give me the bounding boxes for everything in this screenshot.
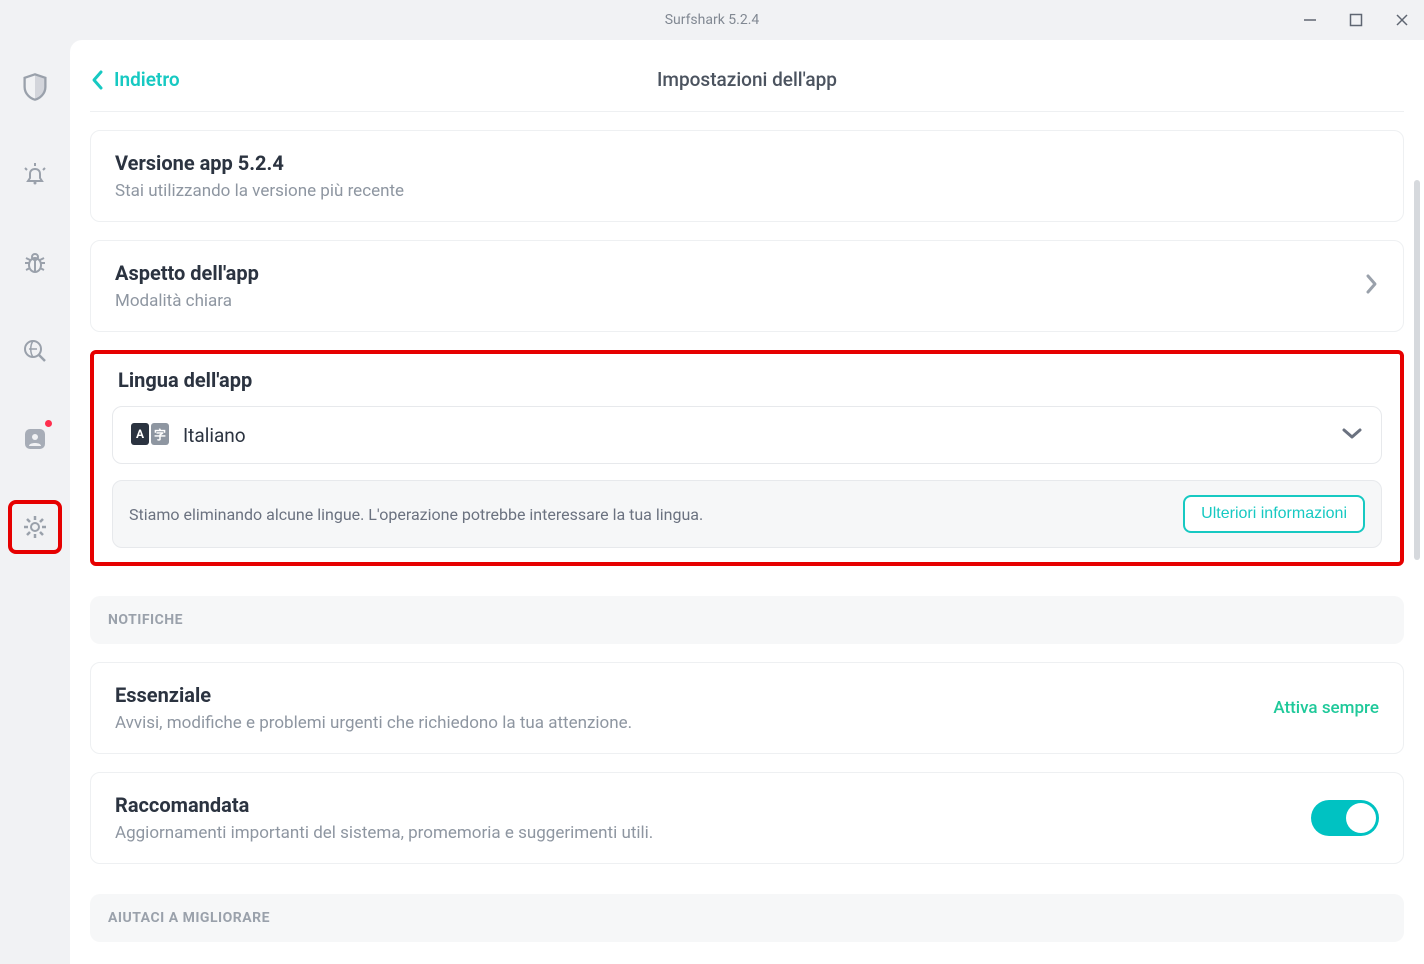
user-icon xyxy=(21,425,49,453)
scrollbar-thumb-icon xyxy=(1414,180,1420,560)
sidebar-item-vpn[interactable] xyxy=(8,60,62,114)
language-selected: Italiano xyxy=(183,424,246,447)
notification-recommended-card: Raccomandata Aggiornamenti importanti de… xyxy=(90,772,1404,864)
version-card: Versione app 5.2.4 Stai utilizzando la v… xyxy=(90,130,1404,222)
language-notice-text: Stiamo eliminando alcune lingue. L'opera… xyxy=(129,505,703,524)
scrollbar[interactable] xyxy=(1414,180,1420,740)
version-subtitle: Stai utilizzando la versione più recente xyxy=(115,181,1379,201)
notification-essential-card: Essenziale Avvisi, modifiche e problemi … xyxy=(90,662,1404,754)
recommended-title: Raccomandata xyxy=(115,793,653,817)
alert-icon xyxy=(20,160,50,190)
back-button[interactable]: Indietro xyxy=(90,68,180,91)
page-title: Impostazioni dell'app xyxy=(657,68,837,91)
search-globe-icon xyxy=(21,337,49,365)
titlebar: Surfshark 5.2.4 xyxy=(0,0,1424,40)
appearance-title: Aspetto dell'app xyxy=(115,261,259,285)
section-help-improve: AIUTACI A MIGLIORARE xyxy=(90,894,1404,942)
toggle-knob-icon xyxy=(1346,803,1376,833)
sidebar-item-account[interactable] xyxy=(8,412,62,466)
sidebar-item-antivirus[interactable] xyxy=(8,236,62,290)
essential-subtitle: Avvisi, modifiche e problemi urgenti che… xyxy=(115,713,632,733)
chevron-left-icon xyxy=(90,69,104,91)
language-section: Lingua dell'app A字 Italiano Stiamo elimi… xyxy=(90,350,1404,566)
language-selector[interactable]: A字 Italiano xyxy=(112,406,1382,464)
content-area: Indietro Impostazioni dell'app Versione … xyxy=(70,40,1424,964)
sidebar-item-alert[interactable] xyxy=(8,148,62,202)
essential-status: Attiva sempre xyxy=(1273,698,1379,718)
sidebar-item-search[interactable] xyxy=(8,324,62,378)
close-button[interactable] xyxy=(1390,8,1414,32)
version-title: Versione app 5.2.4 xyxy=(115,151,1379,175)
appearance-subtitle: Modalità chiara xyxy=(115,291,259,311)
recommended-toggle[interactable] xyxy=(1311,800,1379,836)
language-notice: Stiamo eliminando alcune lingue. L'opera… xyxy=(112,480,1382,548)
section-notifications: NOTIFICHE xyxy=(90,596,1404,644)
shield-icon xyxy=(21,72,49,102)
back-label: Indietro xyxy=(114,68,180,91)
chevron-right-icon xyxy=(1365,273,1379,299)
window-controls xyxy=(1298,0,1414,40)
page-header: Indietro Impostazioni dell'app xyxy=(90,40,1404,112)
language-title: Lingua dell'app xyxy=(118,368,1382,392)
sidebar xyxy=(0,40,70,964)
gear-icon xyxy=(21,513,49,541)
recommended-subtitle: Aggiornamenti importanti del sistema, pr… xyxy=(115,823,653,843)
chevron-down-icon xyxy=(1341,426,1363,445)
appearance-card[interactable]: Aspetto dell'app Modalità chiara xyxy=(90,240,1404,332)
more-info-button[interactable]: Ulteriori informazioni xyxy=(1183,495,1365,533)
essential-title: Essenziale xyxy=(115,683,632,707)
maximize-button[interactable] xyxy=(1344,8,1368,32)
bug-icon xyxy=(21,249,49,277)
minimize-button[interactable] xyxy=(1298,8,1322,32)
window-title: Surfshark 5.2.4 xyxy=(665,12,760,28)
sidebar-item-settings[interactable] xyxy=(8,500,62,554)
language-icon: A字 xyxy=(131,423,169,447)
notification-dot-icon xyxy=(45,420,52,427)
